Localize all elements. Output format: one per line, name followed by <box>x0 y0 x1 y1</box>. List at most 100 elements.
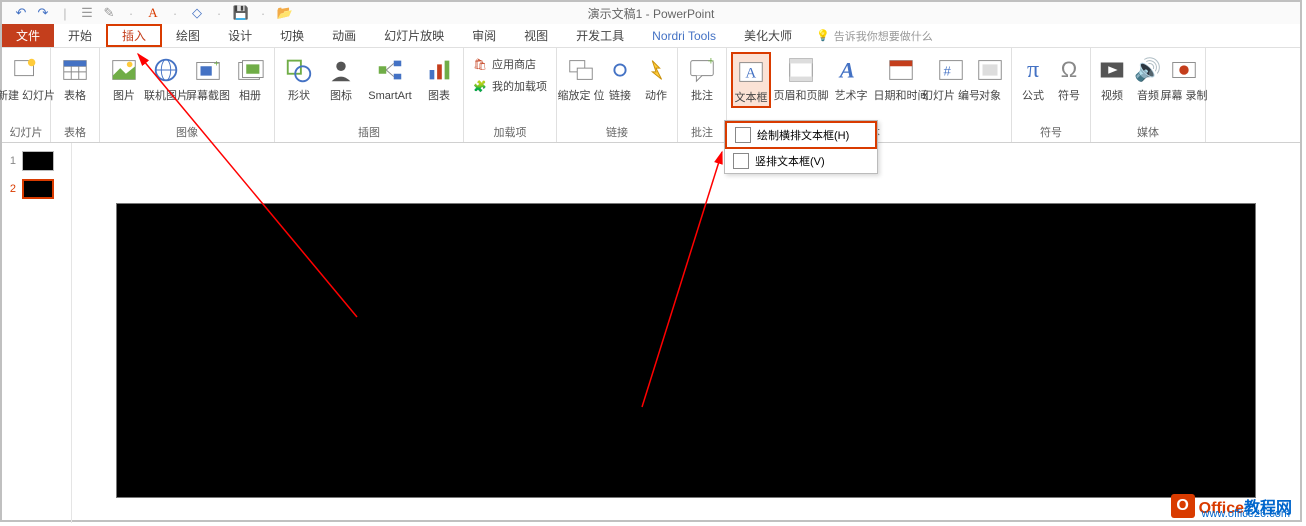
table-button[interactable]: 表格 <box>55 52 95 104</box>
workspace: 1 2 <box>2 143 1300 523</box>
canvas-area <box>72 143 1300 523</box>
screenshot-button[interactable]: +屏幕截图 <box>188 52 228 104</box>
tab-developer[interactable]: 开发工具 <box>562 24 638 47</box>
pictures-icon <box>108 54 140 86</box>
svg-text:#: # <box>944 64 952 79</box>
header-footer-icon <box>785 54 817 86</box>
tab-animations[interactable]: 动画 <box>318 24 370 47</box>
smartart-icon <box>374 54 406 86</box>
object-icon <box>974 54 1006 86</box>
svg-text:+: + <box>214 58 219 68</box>
group-illustrations: 形状 图标 SmartArt 图表 插图 <box>275 48 464 142</box>
tab-home[interactable]: 开始 <box>54 24 106 47</box>
htext-icon <box>735 127 751 143</box>
save-icon[interactable]: 💾 <box>232 4 250 22</box>
text-box-dropdown: 绘制横排文本框(H) 竖排文本框(V) <box>724 120 878 174</box>
tab-view[interactable]: 视图 <box>510 24 562 47</box>
slide-number-button[interactable]: #幻灯片 编号 <box>931 52 971 104</box>
online-pictures-icon <box>150 54 182 86</box>
my-addins-button[interactable]: 🧩我的加载项 <box>468 76 552 96</box>
thumbnail-2[interactable]: 2 <box>6 179 67 199</box>
video-button[interactable]: 视频 <box>1095 52 1129 104</box>
screen-recording-button[interactable]: 屏幕 录制 <box>1167 52 1201 104</box>
qat-sep: | <box>56 4 74 22</box>
chart-button[interactable]: 图表 <box>419 52 459 104</box>
vtext-icon <box>733 153 749 169</box>
date-time-icon <box>885 54 917 86</box>
group-slides: 新建 幻灯片 幻灯片 <box>2 48 51 142</box>
app-title: 演示文稿1 - PowerPoint <box>588 5 715 22</box>
tab-review[interactable]: 审阅 <box>458 24 510 47</box>
symbol-button[interactable]: Ω符号 <box>1052 52 1086 104</box>
store-icon: 🛍 <box>472 56 488 72</box>
text-box-button[interactable]: A文本框 <box>731 52 771 108</box>
thumbnail-1[interactable]: 1 <box>6 151 67 171</box>
tab-transitions[interactable]: 切换 <box>266 24 318 47</box>
group-tables: 表格 表格 <box>51 48 100 142</box>
tab-beautify[interactable]: 美化大师 <box>730 24 806 47</box>
group-links: 缩放定 位 链接 动作 链接 <box>557 48 678 142</box>
new-slide-icon <box>10 54 42 86</box>
header-footer-button[interactable]: 页眉和页脚 <box>773 52 829 104</box>
screenshot-icon: + <box>192 54 224 86</box>
tab-design[interactable]: 设计 <box>214 24 266 47</box>
smartart-button[interactable]: SmartArt <box>363 52 417 104</box>
equation-icon: π <box>1017 54 1049 86</box>
zoom-button[interactable]: 缩放定 位 <box>561 52 601 104</box>
font-icon[interactable]: A <box>144 4 162 22</box>
photo-album-button[interactable]: 相册 <box>230 52 270 104</box>
object-button[interactable]: 对象 <box>973 52 1007 104</box>
touch-icon[interactable]: ☰ <box>78 4 96 22</box>
tell-me[interactable]: 💡 告诉我你想要做什么 <box>806 24 933 47</box>
svg-text:+: + <box>708 55 715 67</box>
slide-thumbnails: 1 2 <box>2 143 72 523</box>
pictures-button[interactable]: 图片 <box>104 52 144 104</box>
tab-insert[interactable]: 插入 <box>106 24 162 47</box>
tab-nordri[interactable]: Nordri Tools <box>638 24 730 47</box>
ribbon-tabs: 文件 开始 插入 绘图 设计 切换 动画 幻灯片放映 审阅 视图 开发工具 No… <box>2 24 1300 48</box>
tab-draw[interactable]: 绘图 <box>162 24 214 47</box>
format-icon[interactable]: ✎ <box>100 4 118 22</box>
comment-button[interactable]: +批注 <box>682 52 722 104</box>
bulb-icon: 💡 <box>816 29 830 42</box>
group-comments: +批注 批注 <box>678 48 727 142</box>
action-button[interactable]: 动作 <box>639 52 673 104</box>
audio-icon: 🔊 <box>1132 54 1164 86</box>
group-addins: 🛍应用商店 🧩我的加载项 加载项 <box>464 48 557 142</box>
vertical-text-box-option[interactable]: 竖排文本框(V) <box>725 149 877 173</box>
tab-slideshow[interactable]: 幻灯片放映 <box>370 24 458 47</box>
wordart-button[interactable]: A艺术字 <box>831 52 871 104</box>
text-box-icon: A <box>735 56 767 88</box>
watermark-logo: O <box>1171 494 1195 518</box>
symbol-icon: Ω <box>1053 54 1085 86</box>
addins-icon: 🧩 <box>472 78 488 94</box>
video-icon <box>1096 54 1128 86</box>
shapes-button[interactable]: 形状 <box>279 52 319 104</box>
new-slide-button[interactable]: 新建 幻灯片 <box>6 52 46 104</box>
icons-button[interactable]: 图标 <box>321 52 361 104</box>
online-pictures-button[interactable]: 联机图片 <box>146 52 186 104</box>
zoom-icon <box>565 54 597 86</box>
shape-icon[interactable]: ◇ <box>188 4 206 22</box>
icons-icon <box>325 54 357 86</box>
horizontal-text-box-option[interactable]: 绘制横排文本框(H) <box>725 121 877 149</box>
equation-button[interactable]: π公式 <box>1016 52 1050 104</box>
svg-text:A: A <box>838 58 855 83</box>
slide-number-icon: # <box>935 54 967 86</box>
ribbon: 新建 幻灯片 幻灯片 表格 表格 图片 联机图片 +屏幕截图 相册 图像 <box>2 48 1300 143</box>
redo-icon[interactable]: ↷ <box>34 4 52 22</box>
date-time-button[interactable]: 日期和时间 <box>873 52 929 104</box>
open-icon[interactable]: 📂 <box>276 4 294 22</box>
group-symbols: π公式 Ω符号 符号 <box>1012 48 1091 142</box>
wordart-icon: A <box>835 54 867 86</box>
undo-icon[interactable]: ↶ <box>12 4 30 22</box>
current-slide[interactable] <box>116 203 1256 498</box>
link-button[interactable]: 链接 <box>603 52 637 104</box>
chart-icon <box>423 54 455 86</box>
tab-file[interactable]: 文件 <box>2 24 54 47</box>
store-button[interactable]: 🛍应用商店 <box>468 54 552 74</box>
group-images: 图片 联机图片 +屏幕截图 相册 图像 <box>100 48 275 142</box>
thumb-preview-1 <box>22 151 54 171</box>
comment-icon: + <box>686 54 718 86</box>
thumb-preview-2 <box>22 179 54 199</box>
